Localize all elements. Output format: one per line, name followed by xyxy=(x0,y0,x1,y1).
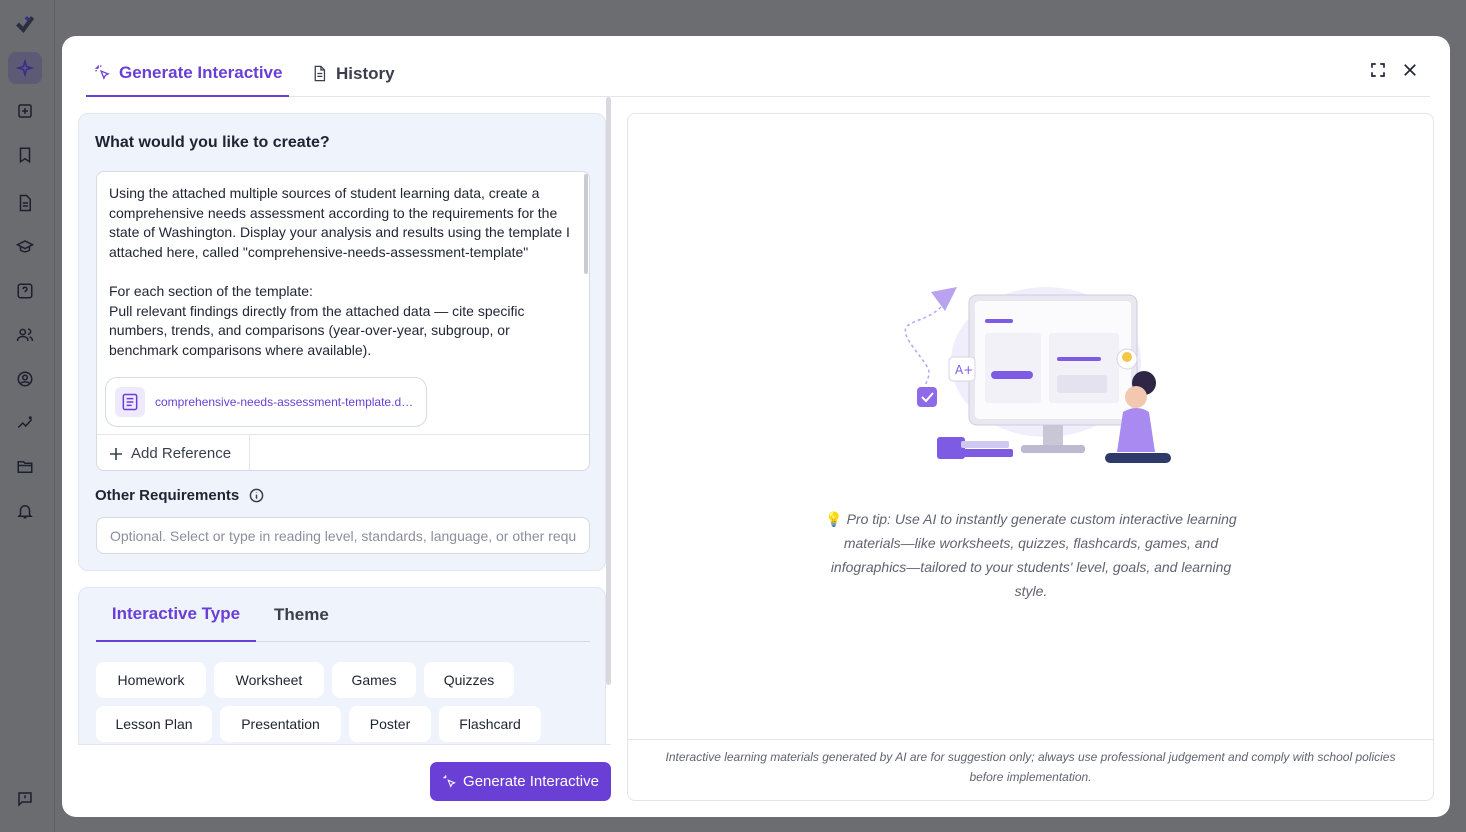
ai-sparkle-icon[interactable] xyxy=(8,52,42,84)
other-requirements-input[interactable] xyxy=(96,517,590,554)
lightbulb-icon: 💡 xyxy=(825,511,843,527)
info-icon[interactable] xyxy=(249,488,264,503)
prompt-card: What would you like to create? Using the… xyxy=(78,113,606,571)
users-icon[interactable] xyxy=(15,325,35,345)
help-square-icon[interactable] xyxy=(15,281,35,301)
folder-icon[interactable] xyxy=(15,457,35,477)
add-reference-button[interactable]: Add Reference xyxy=(97,435,250,470)
prompt-scrollbar[interactable] xyxy=(584,174,588,274)
account-circle-icon[interactable] xyxy=(15,369,35,389)
generate-interactive-modal: Generate Interactive History What would … xyxy=(62,36,1450,817)
attachment-name: comprehensive-needs-assessment-template.… xyxy=(155,395,417,409)
generate-interactive-button[interactable]: Generate Interactive xyxy=(430,762,611,801)
type-chip-games[interactable]: Games xyxy=(332,662,416,698)
feedback-icon[interactable] xyxy=(15,789,35,809)
graduation-cap-icon[interactable] xyxy=(15,237,35,257)
fullscreen-icon xyxy=(1371,63,1385,77)
sidebar-rail xyxy=(0,0,55,832)
close-icon xyxy=(1404,64,1416,76)
file-icon xyxy=(115,387,145,417)
pro-tip-text: Pro tip: Use AI to instantly generate cu… xyxy=(830,511,1237,599)
magic-cursor-icon xyxy=(95,65,110,80)
type-chip-flashcard[interactable]: Flashcard xyxy=(439,706,541,742)
other-requirements-label: Other Requirements xyxy=(95,487,264,504)
type-chip-presentation[interactable]: Presentation xyxy=(220,706,341,742)
prompt-textarea[interactable]: Using the attached multiple sources of s… xyxy=(109,184,577,368)
type-tabs: Interactive Type Theme xyxy=(96,588,590,642)
prompt-footer: Add Reference xyxy=(97,434,589,470)
type-chip-homework[interactable]: Homework xyxy=(96,662,206,698)
magic-cursor-icon xyxy=(443,775,456,788)
tab-history[interactable]: History xyxy=(311,50,395,97)
modal-tabs: Generate Interactive History xyxy=(86,50,1430,97)
document-icon[interactable] xyxy=(15,193,35,213)
type-chip-lesson-plan[interactable]: Lesson Plan xyxy=(96,706,212,742)
type-chip-quizzes[interactable]: Quizzes xyxy=(424,662,514,698)
tab-theme[interactable]: Theme xyxy=(274,588,329,642)
tab-label: History xyxy=(336,63,395,83)
expand-button[interactable] xyxy=(1368,60,1388,80)
close-button[interactable] xyxy=(1400,60,1420,80)
plus-icon xyxy=(110,447,122,460)
form-pane: What would you like to create? Using the… xyxy=(78,97,611,745)
tab-generate-interactive[interactable]: Generate Interactive xyxy=(86,50,289,97)
document-icon xyxy=(314,65,326,82)
analytics-icon[interactable] xyxy=(15,413,35,433)
type-chip-poster[interactable]: Poster xyxy=(349,706,431,742)
prompt-box[interactable]: Using the attached multiple sources of s… xyxy=(96,171,590,471)
tab-interactive-type[interactable]: Interactive Type xyxy=(96,588,256,642)
prompt-label: What would you like to create? xyxy=(95,134,330,151)
generate-bar: Generate Interactive xyxy=(78,744,611,817)
illustration: A+ xyxy=(904,287,1171,463)
bell-icon[interactable] xyxy=(15,501,35,521)
generate-button-label: Generate Interactive xyxy=(463,773,599,790)
attachment-chip[interactable]: comprehensive-needs-assessment-template.… xyxy=(105,377,427,427)
type-chip-worksheet[interactable]: Worksheet xyxy=(214,662,324,698)
add-reference-label: Add Reference xyxy=(131,445,232,462)
preview-pane: A+ 💡 Pro tip: Use AI to instantly genera… xyxy=(627,113,1434,801)
add-note-icon[interactable] xyxy=(15,101,35,121)
ai-disclaimer: Interactive learning materials generated… xyxy=(628,739,1433,800)
interactive-type-card: Interactive Type Theme Homework Workshee… xyxy=(78,587,606,745)
logo-icon[interactable] xyxy=(15,14,35,34)
other-requirements-text: Other Requirements xyxy=(95,487,240,504)
bookmark-icon[interactable] xyxy=(15,145,35,165)
tab-label: Generate Interactive xyxy=(119,62,283,82)
pro-tip: 💡 Pro tip: Use AI to instantly generate … xyxy=(818,507,1244,603)
svg-text:A+: A+ xyxy=(955,363,973,377)
form-scrollbar[interactable] xyxy=(606,97,611,685)
